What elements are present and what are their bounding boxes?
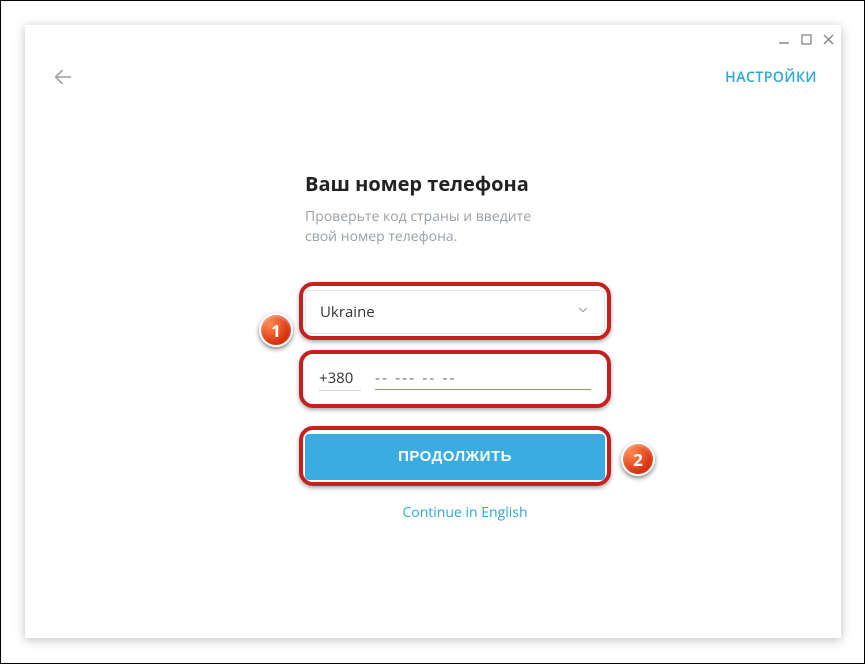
minimize-button[interactable]: [777, 32, 791, 46]
phone-row: +380: [305, 358, 605, 402]
app-window: НАСТРОЙКИ Ваш номер телефона Проверьте к…: [25, 25, 841, 638]
continue-button[interactable]: ПРОДОЛЖИТЬ: [305, 434, 605, 480]
country-code: +380: [319, 368, 361, 391]
window-titlebar: [25, 25, 841, 53]
annotation-callout-1: 1: [259, 313, 293, 347]
page-title: Ваш номер телефона: [305, 170, 625, 197]
language-switch-link[interactable]: Continue in English: [402, 503, 527, 522]
arrow-left-icon: [52, 66, 74, 88]
page-subtitle: Проверьте код страны и введите свой номе…: [305, 207, 565, 248]
close-button[interactable]: [821, 32, 835, 46]
maximize-button[interactable]: [799, 32, 813, 46]
country-select[interactable]: Ukraine: [305, 290, 605, 334]
country-selected-label: Ukraine: [320, 302, 375, 322]
back-button[interactable]: [49, 63, 77, 91]
top-bar: НАСТРОЙКИ: [25, 53, 841, 101]
annotation-callout-2: 2: [621, 442, 655, 476]
settings-link[interactable]: НАСТРОЙКИ: [725, 68, 817, 87]
phone-input[interactable]: [375, 370, 591, 390]
chevron-down-icon: [576, 302, 590, 322]
phone-form: Ваш номер телефона Проверьте код страны …: [305, 170, 625, 522]
